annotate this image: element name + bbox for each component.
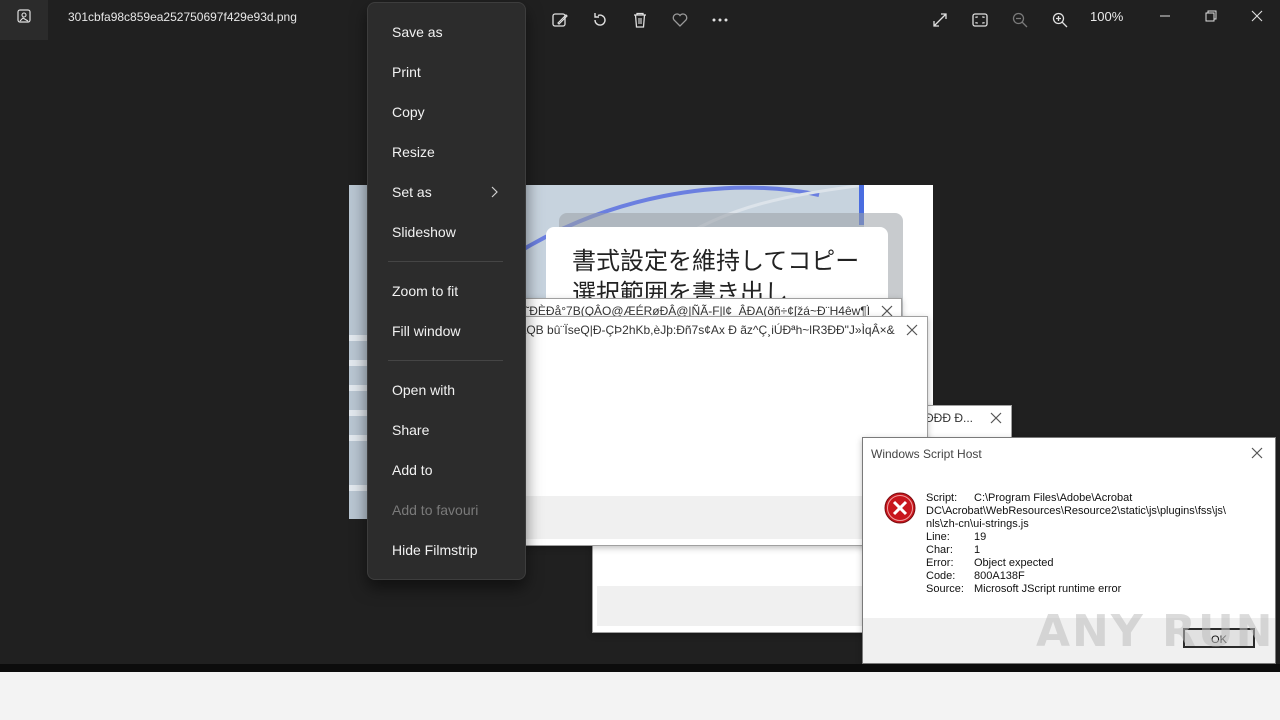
menu-item-resize[interactable]: Resize bbox=[392, 144, 435, 160]
minimize-icon bbox=[1160, 15, 1170, 17]
title-bar: 301cbfa98c859ea252750697f429e93d.png 100… bbox=[0, 0, 1280, 40]
line-label: Line: bbox=[926, 531, 950, 543]
close-icon[interactable] bbox=[988, 410, 1004, 426]
source-label: Source: bbox=[926, 583, 964, 595]
line-value: 19 bbox=[974, 531, 987, 543]
script-value-line2: DC\Acrobat\WebResources\Resource2\static… bbox=[926, 505, 1226, 517]
wsh-dialog-title: Windows Script Host bbox=[871, 447, 982, 461]
image-card-line1: 書式設定を維持してコピー bbox=[572, 247, 860, 275]
menu-item-slideshow[interactable]: Slideshow bbox=[392, 224, 456, 240]
restore-icon bbox=[1205, 10, 1217, 22]
delete-icon[interactable] bbox=[626, 6, 654, 34]
image-stripe bbox=[349, 335, 369, 341]
image-stripe bbox=[349, 385, 369, 391]
source-value: Microsoft JScript runtime error bbox=[974, 583, 1122, 595]
char-value: 1 bbox=[974, 544, 981, 556]
script-value-line1: C:\Program Files\Adobe\Acrobat bbox=[974, 492, 1133, 504]
code-value: 800A138F bbox=[974, 570, 1025, 582]
menu-item-add-to[interactable]: Add to bbox=[392, 462, 432, 478]
menu-item-copy[interactable]: Copy bbox=[392, 104, 425, 120]
code-label: Code: bbox=[926, 570, 956, 582]
menu-item-set-as[interactable]: Set as bbox=[392, 184, 432, 200]
menu-item-fill-window[interactable]: Fill window bbox=[392, 323, 460, 339]
menu-item-open-with[interactable]: Open with bbox=[392, 382, 455, 398]
restore-button[interactable] bbox=[1188, 0, 1234, 32]
script-value-line3: nls\zh-cn\ui-strings.js bbox=[926, 518, 1029, 530]
image-side-rail bbox=[349, 185, 369, 519]
context-menu: Save as Print Copy Resize Set as Slidesh… bbox=[367, 2, 526, 580]
file-name: 301cbfa98c859ea252750697f429e93d.png bbox=[68, 10, 297, 24]
close-button[interactable] bbox=[1234, 0, 1280, 32]
script-label: Script: bbox=[926, 492, 958, 504]
fullscreen-icon[interactable] bbox=[926, 6, 954, 34]
char-label: Char: bbox=[926, 544, 953, 556]
edit-icon[interactable] bbox=[546, 6, 574, 34]
error-label: Error: bbox=[926, 557, 954, 569]
small-dialog-title: ÐÐÐ Ð... bbox=[925, 411, 973, 425]
menu-item-save-as[interactable]: Save as bbox=[392, 24, 443, 40]
menu-separator bbox=[388, 261, 503, 262]
taskbar bbox=[0, 672, 1280, 720]
zoom-out-icon[interactable] bbox=[1006, 6, 1034, 34]
fit-icon[interactable] bbox=[966, 6, 994, 34]
close-icon bbox=[1251, 10, 1263, 22]
watermark: ANY RUN bbox=[1036, 606, 1275, 657]
image-stripe bbox=[349, 360, 369, 366]
minimize-button[interactable] bbox=[1142, 0, 1188, 32]
menu-item-share[interactable]: Share bbox=[392, 422, 429, 438]
error-value: Object expected bbox=[974, 557, 1054, 569]
menu-item-zoom-to-fit[interactable]: Zoom to fit bbox=[392, 283, 458, 299]
rotate-icon[interactable] bbox=[586, 6, 614, 34]
menu-separator bbox=[388, 360, 503, 361]
favorite-icon[interactable] bbox=[666, 6, 694, 34]
bottom-strip bbox=[0, 664, 1280, 672]
close-icon[interactable] bbox=[1249, 445, 1265, 461]
image-stripe bbox=[349, 435, 369, 441]
zoom-level[interactable]: 100% bbox=[1090, 9, 1123, 24]
photos-app-icon bbox=[0, 0, 48, 40]
dialog-footer bbox=[508, 496, 922, 539]
menu-item-print[interactable]: Print bbox=[392, 64, 421, 80]
close-icon[interactable] bbox=[904, 322, 920, 338]
chevron-right-icon bbox=[491, 186, 498, 198]
image-stripe bbox=[349, 485, 369, 491]
menu-item-hide-filmstrip[interactable]: Hide Filmstrip bbox=[392, 542, 478, 558]
garbled-dialog-front-title: ygãQB bû¨ÏseQ|Ð-ÇÞ2hKb,èJþ:Ðñ7s¢Ax Ð ãz^… bbox=[507, 323, 895, 337]
zoom-in-icon[interactable] bbox=[1046, 6, 1074, 34]
more-icon[interactable] bbox=[706, 6, 734, 34]
menu-item-add-to-favourites: Add to favouri bbox=[392, 502, 479, 518]
error-icon bbox=[884, 492, 916, 524]
image-stripe bbox=[349, 410, 369, 416]
